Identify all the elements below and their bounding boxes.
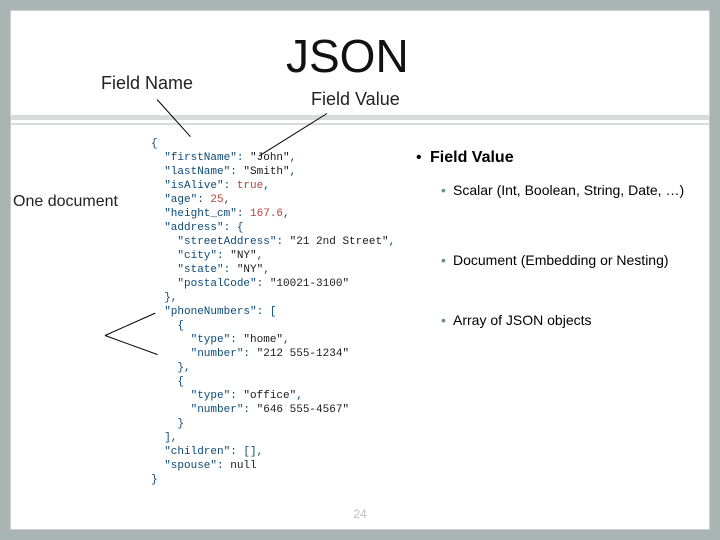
- bullet-item: •Document (Embedding or Nesting): [441, 251, 696, 269]
- content-area: One document { "firstName": "John", "las…: [11, 131, 709, 511]
- field-value-label: Field Value: [311, 89, 400, 110]
- bullet-heading: •Field Value: [416, 149, 514, 167]
- bullet-item: •Scalar (Int, Boolean, String, Date, …): [441, 181, 696, 199]
- pointer-line: [105, 335, 158, 355]
- bullet-item: •Array of JSON objects: [441, 311, 696, 329]
- page-number: 24: [11, 507, 709, 521]
- one-document-label: One document: [13, 193, 118, 211]
- header: JSON Field Value Field Name: [11, 11, 709, 131]
- field-name-label: Field Name: [101, 73, 193, 94]
- divider-thick: [11, 115, 709, 120]
- json-code-block: { "firstName": "John", "lastName": "Smit…: [151, 137, 395, 487]
- pointer-line: [105, 313, 156, 336]
- slide-title: JSON: [286, 29, 409, 83]
- divider-thin: [11, 123, 709, 125]
- slide: JSON Field Value Field Name One document…: [10, 10, 710, 530]
